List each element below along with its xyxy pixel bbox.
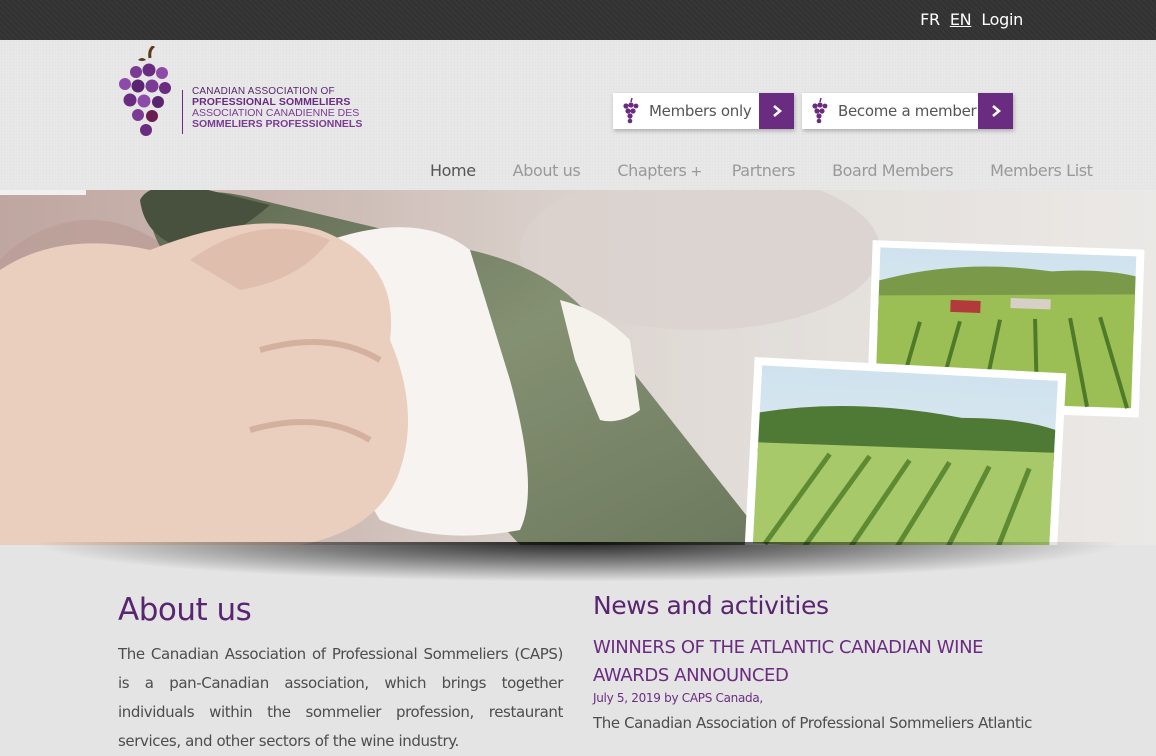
grape-icon	[119, 46, 171, 136]
hero-banner	[0, 190, 1156, 545]
become-member-label: Become a member	[838, 102, 977, 120]
nav-item-board[interactable]: Board Members	[832, 161, 953, 182]
plus-icon: +	[690, 164, 702, 180]
nav-item-members-list[interactable]: Members List	[990, 161, 1093, 182]
nav-item-partners[interactable]: Partners	[732, 161, 796, 182]
chevron-right-icon	[978, 93, 1013, 129]
nav-item-about[interactable]: About us	[513, 161, 581, 182]
logo-line-4: SOMMELIERS PROFESSIONNELS	[192, 118, 363, 130]
become-member-button[interactable]: Become a member	[802, 93, 1013, 129]
about-heading: About us	[118, 592, 252, 628]
nav-item-chapters-label: Chapters	[617, 161, 687, 180]
lang-fr-link[interactable]: FR	[920, 10, 940, 30]
grape-icon	[623, 98, 639, 124]
members-only-button[interactable]: Members only	[613, 93, 794, 129]
news-meta: July 5, 2019 by CAPS Canada,	[593, 690, 1033, 706]
news-author-link[interactable]: CAPS Canada,	[682, 691, 763, 705]
hero-tab	[0, 190, 86, 195]
logo-divider	[182, 90, 183, 134]
top-bar: FR EN Login	[0, 0, 1156, 40]
about-text: The Canadian Association of Professional…	[118, 645, 563, 750]
news-section: News and activities Winners of the Atlan…	[593, 588, 1033, 734]
hero-image	[0, 190, 1156, 545]
top-links: FR EN Login	[920, 10, 1023, 30]
about-section: About us The Canadian Association of Pro…	[118, 588, 563, 756]
chevron-right-icon	[759, 93, 794, 129]
login-link[interactable]: Login	[981, 10, 1023, 30]
site-logo[interactable]: CANADIAN ASSOCIATION OF PROFESSIONAL SOM…	[116, 46, 366, 146]
news-excerpt: The Canadian Association of Professional…	[593, 714, 1033, 732]
nav-item-home[interactable]: Home	[430, 161, 476, 182]
nav-item-chapters[interactable]: Chapters +	[617, 161, 702, 182]
news-date: July 5, 2019	[593, 691, 661, 705]
vineyard-photo-2	[744, 357, 1067, 545]
news-title-link[interactable]: Winners of the Atlantic Canadian Wine Aw…	[593, 634, 1033, 690]
grape-icon	[812, 98, 828, 124]
logo-text: CANADIAN ASSOCIATION OF PROFESSIONAL SOM…	[192, 86, 362, 130]
main-nav: Home About us Chapters + Partners Board M…	[430, 161, 1093, 182]
members-only-label: Members only	[649, 102, 752, 120]
news-heading: News and activities	[593, 591, 829, 620]
hero-shadow	[30, 542, 1126, 582]
news-by: by	[664, 691, 679, 705]
site-header: CANADIAN ASSOCIATION OF PROFESSIONAL SOM…	[0, 40, 1156, 190]
lang-en-link[interactable]: EN	[950, 10, 972, 30]
